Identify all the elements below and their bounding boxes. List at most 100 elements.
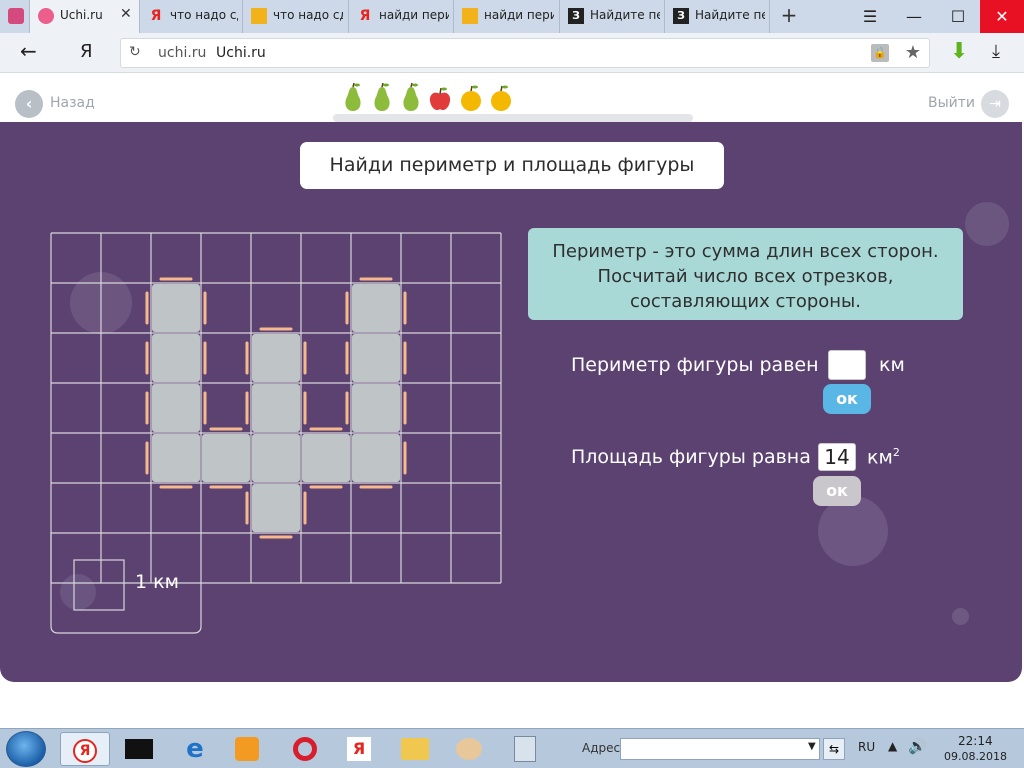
taskbar-ie[interactable]: e <box>170 732 220 766</box>
tab-uchi[interactable]: Uchi.ru ✕ <box>30 0 140 33</box>
ie-icon: e <box>186 734 204 764</box>
image-icon <box>251 8 267 24</box>
tab-title: что надо сд <box>273 8 343 22</box>
pear-icon <box>403 82 419 111</box>
new-tab-icon[interactable]: + <box>778 3 800 27</box>
downloads-icon[interactable]: ⤓ <box>992 41 1000 62</box>
taskbar-yandex[interactable]: Я <box>334 732 384 766</box>
clock-date[interactable]: 09.08.2018 <box>944 750 1007 763</box>
figure-cell <box>202 434 250 482</box>
tab-title: найди пери <box>484 8 554 22</box>
start-button[interactable] <box>6 731 46 767</box>
pear-icon <box>345 82 361 111</box>
figure-cell <box>252 484 300 532</box>
tab-yandex-1[interactable]: Я что надо сд <box>140 0 243 33</box>
area-ok-button[interactable]: ок <box>813 476 861 506</box>
pear-icon <box>374 82 390 111</box>
area-input[interactable] <box>818 443 856 471</box>
volume-icon[interactable]: 🔊 <box>908 737 927 755</box>
figure-cell <box>252 334 300 382</box>
tab-title: что надо сд <box>170 8 238 22</box>
planet-decoration <box>818 496 888 566</box>
tab-title: Найдите пе <box>590 8 660 22</box>
windows-taskbar: Я e Я Адрес ▼ ⇆ RU ▲ 🔊 22:14 09.08.2018 <box>0 728 1024 768</box>
figure-cell <box>352 434 400 482</box>
exit-icon[interactable]: ⇥ <box>981 90 1009 118</box>
url-page-title: Uchi.ru <box>216 45 266 61</box>
maximize-icon[interactable]: ☐ <box>936 0 980 33</box>
figure-cell <box>252 434 300 482</box>
area-unit: км2 <box>867 446 900 468</box>
yandex-icon: Я <box>359 8 371 24</box>
tab-yandex-2[interactable]: Я найди пери <box>349 0 454 33</box>
perimeter-input[interactable] <box>828 350 866 380</box>
go-icon[interactable]: ⇆ <box>823 738 845 760</box>
chevron-down-icon[interactable]: ▼ <box>808 741 816 752</box>
figure-cell <box>152 334 200 382</box>
reload-icon[interactable]: ↻ <box>129 44 141 60</box>
znanija-icon: З <box>673 8 689 24</box>
browser-tab-strip: Uchi.ru ✕ Я что надо сд что надо сд Я на… <box>0 0 1024 33</box>
close-icon[interactable]: ✕ <box>120 6 132 22</box>
back-link[interactable]: Назад <box>50 95 95 111</box>
znanija-icon: З <box>568 8 584 24</box>
taskbar-yandex-browser[interactable]: Я <box>60 732 110 766</box>
figure-cell <box>352 384 400 432</box>
area-label: Площадь фигуры равна <box>571 446 811 468</box>
figure-cell <box>252 384 300 432</box>
window-close-icon[interactable]: ✕ <box>980 0 1024 33</box>
exit-link[interactable]: Выйти <box>928 95 975 111</box>
download-manager-icon[interactable]: ⬇ <box>950 39 968 64</box>
tab-title: Uchi.ru <box>60 8 103 22</box>
figure-cell <box>152 434 200 482</box>
perimeter-unit: км <box>879 354 905 376</box>
orange-icon <box>491 85 511 111</box>
lock-icon[interactable]: 🔒 <box>871 44 889 62</box>
tray-expand-icon[interactable]: ▲ <box>888 739 897 753</box>
tab-app[interactable] <box>0 0 30 33</box>
taskbar-cmd[interactable] <box>114 732 164 766</box>
figure-cell <box>352 334 400 382</box>
tab-title: Найдите пе <box>695 8 765 22</box>
taskbar-paint[interactable] <box>444 732 494 766</box>
apple-icon <box>429 87 451 111</box>
taskbar-media[interactable] <box>222 732 272 766</box>
language-indicator[interactable]: RU <box>858 740 875 754</box>
hint-line: составляющих стороны. <box>630 291 861 312</box>
figure-cell <box>352 284 400 332</box>
tab-image-1[interactable]: что надо сд <box>243 0 349 33</box>
back-circle-icon[interactable]: ‹ <box>15 90 43 118</box>
lesson-panel: Найди периметр и площадь фигуры 1 км Пер… <box>0 122 1022 682</box>
media-player-icon <box>235 737 259 761</box>
yandex-button[interactable]: Я <box>80 41 93 62</box>
bookmark-star-icon[interactable]: ★ <box>905 42 921 63</box>
calculator-icon <box>514 736 536 762</box>
url-domain: uchi.ru <box>158 45 207 61</box>
orange-icon <box>461 85 481 111</box>
cmd-icon <box>125 739 153 759</box>
taskbar-calculator[interactable] <box>500 732 550 766</box>
opera-icon <box>293 737 317 761</box>
tab-znanija-1[interactable]: З Найдите пе <box>560 0 665 33</box>
tab-title: найди пери <box>379 8 449 22</box>
browser-address-bar: ← Я ↻ uchi.ru Uchi.ru 🔒 ★ ⬇ ⤓ <box>0 33 1024 73</box>
hint-line: Посчитай число всех отрезков, <box>597 266 894 287</box>
taskbar-opera[interactable] <box>280 732 330 766</box>
back-arrow-icon[interactable]: ← <box>20 39 37 63</box>
area-unit-power: 2 <box>892 446 900 459</box>
url-field[interactable]: ↻ uchi.ru Uchi.ru 🔒 ★ <box>120 38 930 68</box>
figure-cell <box>302 434 350 482</box>
perimeter-ok-button[interactable]: ок <box>823 384 871 414</box>
taskbar-address-input[interactable] <box>620 738 820 760</box>
scale-unit-square <box>73 559 125 611</box>
taskbar-explorer[interactable] <box>390 732 440 766</box>
tab-image-2[interactable]: найди пери <box>454 0 560 33</box>
clock-time[interactable]: 22:14 <box>958 734 993 748</box>
tab-znanija-2[interactable]: З Найдите пе <box>665 0 770 33</box>
folder-icon <box>401 738 429 760</box>
figure-cell <box>152 284 200 332</box>
lesson-header: ‹ Назад Выйти ⇥ <box>0 74 1024 122</box>
yandex-icon: Я <box>347 737 371 761</box>
menu-icon[interactable]: ☰ <box>848 0 892 33</box>
minimize-icon[interactable]: — <box>892 0 936 33</box>
